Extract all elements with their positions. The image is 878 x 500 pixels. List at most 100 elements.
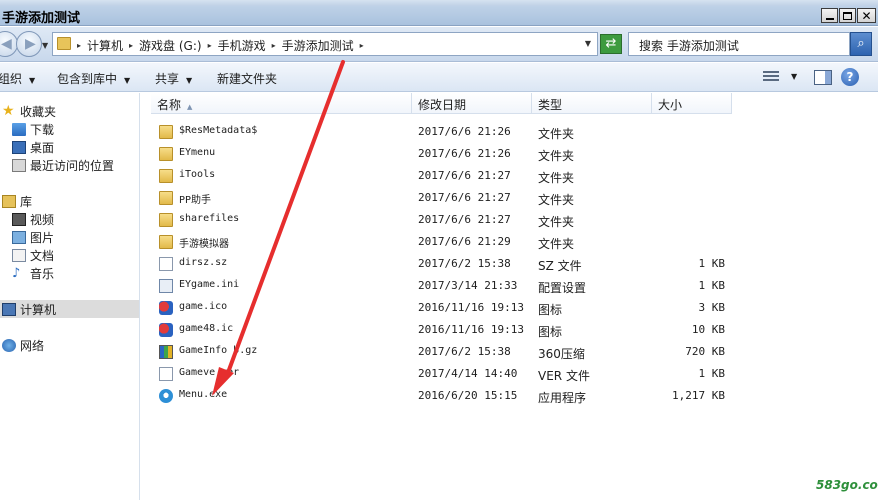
nav-downloads[interactable]: 下载 [12, 120, 151, 138]
preview-pane-icon[interactable] [814, 70, 832, 85]
column-header-size[interactable]: 大小 [652, 93, 732, 114]
file-type: 应用程序 [538, 391, 587, 405]
address-bar[interactable]: ▸ 计算机 ▸ 游戏盘 (G:) ▸ 手机游戏 ▸ 手游添加测试 ▸ ▼ [52, 32, 598, 56]
file-row[interactable]: PP助手 2017/6/6 21:27 文件夹 [141, 187, 878, 209]
close-icon: ✕ [861, 8, 872, 23]
include-in-library-menu[interactable]: 包含到库中 ▼ [57, 70, 130, 87]
chevron-right-icon[interactable]: ▸ [360, 41, 364, 50]
organize-label: 组织 [0, 72, 23, 86]
nav-libraries[interactable]: 库 [2, 192, 141, 210]
archive-icon [159, 345, 173, 359]
refresh-icon: ⇄ [605, 36, 617, 51]
chevron-right-icon[interactable]: ▸ [129, 41, 133, 50]
window-title: 手游添加测试 [2, 11, 81, 26]
file-type: 配置设置 [538, 281, 587, 295]
nav-desktop-label: 桌面 [30, 140, 55, 155]
view-dropdown[interactable]: ▼ [791, 72, 797, 81]
icon-file-icon [159, 323, 173, 337]
file-name: Gameve ver [179, 367, 240, 378]
nav-computer[interactable]: 计算机 [0, 300, 139, 318]
command-bar: 组织 ▼ 包含到库中 ▼ 共享 ▼ 新建文件夹 ▼ ? [0, 63, 878, 92]
nav-music-label: 音乐 [30, 266, 55, 281]
nav-favorites-label: 收藏夹 [20, 104, 57, 119]
folder-icon [57, 37, 71, 50]
chevron-down-icon: ▼ [186, 76, 193, 85]
column-header-type[interactable]: 类型 [532, 93, 652, 114]
search-input[interactable]: 搜索 手游添加测试 [628, 32, 850, 56]
nav-videos[interactable]: 视频 [12, 210, 151, 228]
nav-recent-label: 最近访问的位置 [30, 158, 115, 173]
file-name: PP助手 [179, 195, 212, 206]
crumb-game-drive[interactable]: 游戏盘 (G:) [139, 37, 202, 54]
file-row[interactable]: EYmenu 2017/6/6 21:26 文件夹 [141, 143, 878, 165]
nav-network[interactable]: 网络 [2, 336, 141, 354]
site-watermark: 583go.com [816, 478, 878, 492]
view-options-icon[interactable] [763, 71, 779, 83]
desktop-icon [12, 140, 26, 154]
organize-menu[interactable]: 组织 ▼ [0, 70, 35, 87]
file-name: GameInfo b.gz [179, 345, 258, 356]
file-row[interactable]: iTools 2017/6/6 21:27 文件夹 [141, 165, 878, 187]
column-header-date[interactable]: 修改日期 [412, 93, 532, 114]
nav-computer-label: 计算机 [20, 302, 57, 317]
file-row[interactable]: Menu.exe 2016/6/20 15:15 应用程序 1,217 KB [141, 385, 878, 407]
nav-music[interactable]: ♪ 音乐 [12, 264, 151, 282]
column-header-name[interactable]: 名称 ▲ [151, 93, 412, 114]
file-type: 文件夹 [538, 215, 575, 229]
chevron-right-icon[interactable]: ▸ [77, 41, 81, 50]
picture-icon [12, 230, 26, 244]
file-row[interactable]: dirsz.sz 2017/6/2 15:38 SZ 文件 1 KB [141, 253, 878, 275]
crumb-computer[interactable]: 计算机 [87, 37, 123, 54]
file-size: 1,217 KB [672, 389, 725, 402]
music-icon: ♪ [12, 265, 21, 281]
search-button[interactable]: ⌕ [850, 32, 872, 56]
file-row[interactable]: $ResMetadata$ 2017/6/6 21:26 文件夹 [141, 121, 878, 143]
nav-downloads-label: 下载 [30, 122, 55, 137]
nav-favorites[interactable]: ★ 收藏夹 [2, 102, 141, 120]
file-date: 2017/6/2 15:38 [418, 345, 511, 358]
new-folder-button[interactable]: 新建文件夹 [217, 70, 277, 87]
close-button[interactable]: ✕ [857, 8, 876, 23]
column-type-label: 类型 [538, 98, 563, 112]
maximize-button[interactable] [839, 8, 856, 23]
include-in-library-label: 包含到库中 [57, 72, 118, 86]
nav-pictures-label: 图片 [30, 230, 55, 245]
chevron-right-icon[interactable]: ▸ [208, 41, 212, 50]
address-history-dropdown[interactable]: ▼ [585, 39, 591, 48]
file-type: 文件夹 [538, 237, 575, 251]
network-icon [2, 338, 16, 352]
nav-pictures[interactable]: 图片 [12, 228, 151, 246]
crumb-current-folder[interactable]: 手游添加测试 [282, 37, 354, 54]
breadcrumb: ▸ 计算机 ▸ 游戏盘 (G:) ▸ 手机游戏 ▸ 手游添加测试 ▸ [77, 37, 364, 54]
minimize-icon [825, 18, 834, 20]
file-icon [159, 257, 173, 271]
minimize-button[interactable] [821, 8, 838, 23]
nav-recent-places[interactable]: 最近访问的位置 [12, 156, 151, 174]
nav-documents[interactable]: 文档 [12, 246, 151, 264]
crumb-mobile-games[interactable]: 手机游戏 [218, 37, 266, 54]
forward-button[interactable]: ▶ [16, 31, 42, 57]
file-row[interactable]: EYgame.ini 2017/3/14 21:33 配置设置 1 KB [141, 275, 878, 297]
file-date: 2017/6/6 21:29 [418, 235, 511, 248]
navigation-pane: ★ 收藏夹 下载 桌面 最近访问的位置 库 视频 图片 文档 ♪ 音乐 计算机 网络 [0, 93, 140, 500]
nav-desktop[interactable]: 桌面 [12, 138, 151, 156]
file-row[interactable]: game48.ic 2016/11/16 19:13 图标 10 KB [141, 319, 878, 341]
title-bar-strip [0, 0, 878, 6]
file-name: EYmenu [179, 147, 216, 158]
file-type: 文件夹 [538, 171, 575, 185]
share-menu[interactable]: 共享 ▼ [155, 70, 192, 87]
file-row[interactable]: GameInfo b.gz 2017/6/2 15:38 360压缩 720 KB [141, 341, 878, 363]
sort-ascending-icon: ▲ [187, 103, 193, 111]
file-row[interactable]: Gameve ver 2017/4/14 14:40 VER 文件 1 KB [141, 363, 878, 385]
file-date: 2016/11/16 19:13 [418, 323, 524, 336]
file-row[interactable]: 手游模拟器 2017/6/6 21:29 文件夹 [141, 231, 878, 253]
file-row[interactable]: sharefiles 2017/6/6 21:27 文件夹 [141, 209, 878, 231]
help-icon[interactable]: ? [841, 68, 859, 86]
file-row[interactable]: game.ico 2016/11/16 19:13 图标 3 KB [141, 297, 878, 319]
video-icon [12, 212, 26, 226]
refresh-button[interactable]: ⇄ [600, 34, 622, 54]
recent-pages-dropdown[interactable]: ▼ [42, 41, 48, 50]
file-date: 2016/6/20 15:15 [418, 389, 518, 402]
application-icon [159, 389, 173, 403]
chevron-right-icon[interactable]: ▸ [272, 41, 276, 50]
